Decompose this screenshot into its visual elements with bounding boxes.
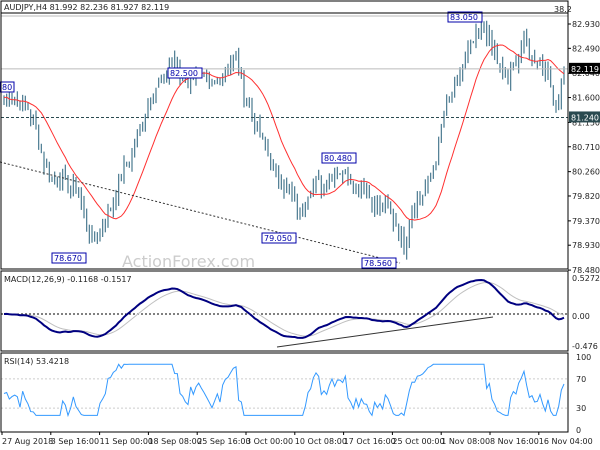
x-tick-label: 8 Nov 16:00 (490, 437, 539, 446)
rsi-label: RSI(14) 53.4218 (4, 357, 69, 366)
x-tick-label: 10 Oct 08:00 (295, 437, 347, 446)
price-annotation: 78.560 (364, 259, 392, 268)
x-tick-label: 18 Sep 08:00 (148, 437, 201, 446)
current-price-tag: 82.119 (571, 65, 599, 74)
price-panel: 82.93082.49082.04081.60081.15080.71080.2… (0, 5, 600, 275)
rsi-frame (0, 352, 569, 433)
price-tick-label: 79.820 (572, 192, 600, 201)
price-tick-label: 80.260 (572, 168, 600, 177)
price-annotation: 80 (2, 83, 12, 92)
x-tick-label: 3 Oct 00:00 (246, 437, 293, 446)
macd-tick-label: -0.476 (572, 342, 598, 351)
price-annotation: 78.670 (54, 254, 82, 263)
price-frame (0, 12, 569, 270)
macd-signal-line (3, 281, 565, 337)
x-tick-label: 16 Nov 04:00 (539, 437, 593, 446)
price-tick-label: 82.490 (572, 44, 600, 53)
x-tick-label: 17 Oct 16:00 (344, 437, 396, 446)
chart-svg: 82.93082.49082.04081.60081.15080.71080.2… (0, 0, 600, 446)
x-tick-label: 1 Nov 08:00 (441, 437, 490, 446)
rsi-line (3, 363, 565, 418)
price-tick-label: 78.930 (572, 241, 600, 250)
x-tick-label: 11 Sep 00:00 (100, 437, 153, 446)
price-annotation: 80.480 (324, 154, 352, 163)
macd-tick-label: 0.00 (572, 312, 590, 321)
rsi-panel: 100 70 30 0 (1, 353, 591, 435)
chart-window: 82.93082.49082.04081.60081.15080.71080.2… (0, 0, 600, 450)
watermark: ActionForex.com (122, 252, 255, 271)
price-tick-label: 81.600 (572, 94, 600, 103)
price-tick-label: 82.930 (572, 20, 600, 29)
x-tick-label: 25 Oct 00:00 (392, 437, 444, 446)
x-axis: 27 Aug 20183 Sep 16:00 11 Sep 00:0018 Sep… (1, 432, 593, 446)
price-annotation: 83.050 (450, 13, 478, 22)
price-tick-label: 80.710 (572, 143, 600, 152)
support-tag: 81.240 (571, 113, 599, 122)
x-tick-label: 3 Sep 16:00 (51, 437, 99, 446)
price-tick-label: 79.370 (572, 217, 600, 226)
rsi-tick-label: 100 (576, 353, 591, 362)
macd-panel: 0.5272 0.00 -0.476 (1, 274, 600, 351)
price-annotation: 79.050 (264, 234, 292, 243)
x-tick-label: 27 Aug 2018 (2, 437, 53, 446)
macd-line (3, 278, 565, 339)
rsi-tick-label: 70 (576, 375, 586, 384)
rsi-tick-label: 0 (576, 426, 581, 435)
trend-line (0, 161, 401, 264)
price-annotation: 82.500 (170, 69, 198, 78)
rsi-tick-label: 30 (576, 404, 586, 413)
macd-tick-label: 0.5272 (572, 274, 600, 283)
macd-label: MACD(12,26,9) -0.1168 -0.1517 (4, 275, 132, 284)
chart-header: AUDJPY,H4 81.992 82.236 81.927 82.119 (4, 3, 169, 12)
x-tick-label: 25 Sep 16:00 (197, 437, 250, 446)
